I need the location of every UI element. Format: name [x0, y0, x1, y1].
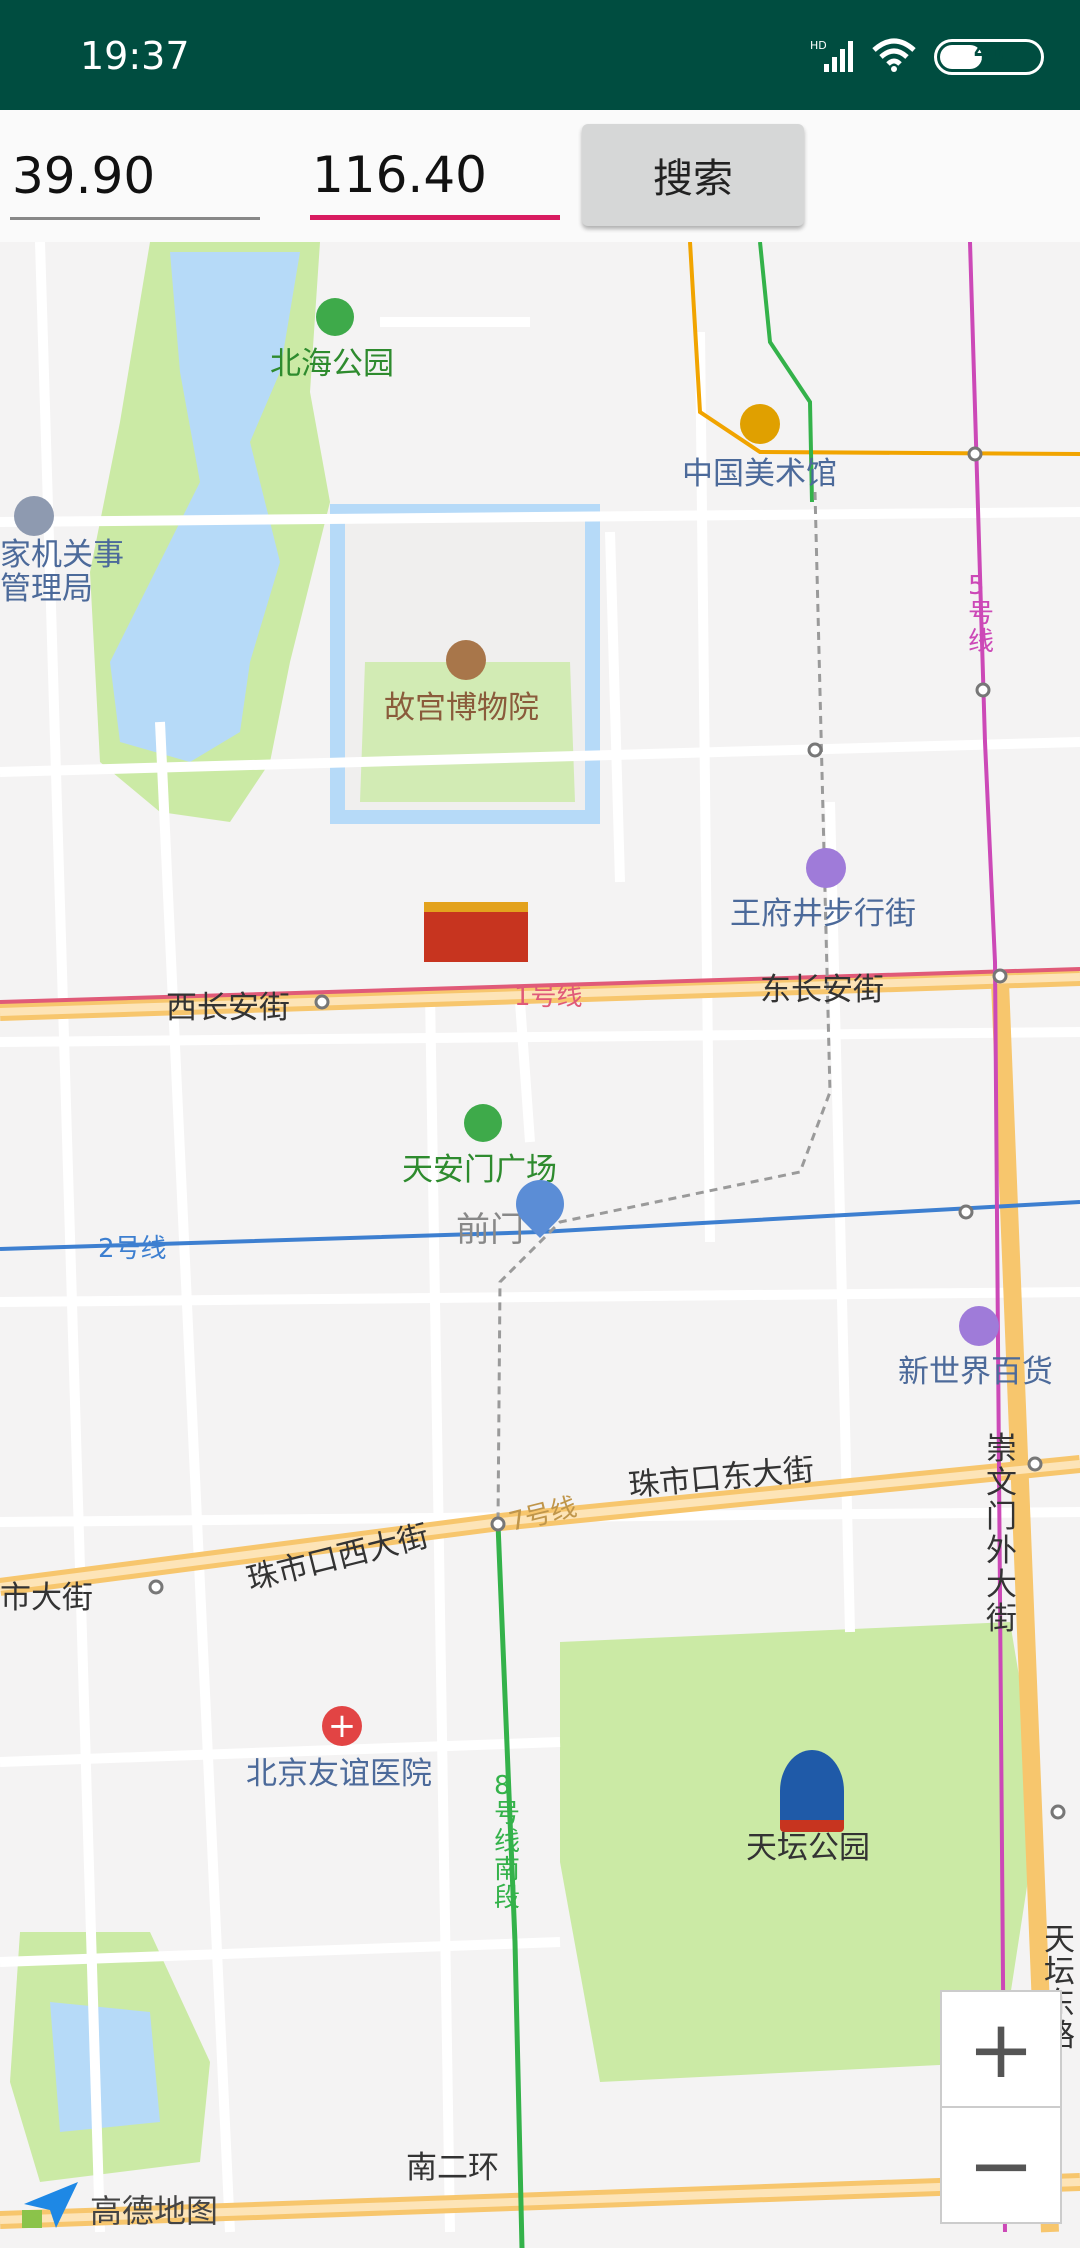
poi-label-palace[interactable]: 故宫博物院	[384, 682, 539, 727]
zoom-in-button[interactable]: +	[942, 1992, 1060, 2106]
poi-label-hospital[interactable]: 北京友谊医院	[246, 1748, 432, 1793]
park-icon	[464, 1104, 502, 1142]
battery-level: 41	[973, 40, 1005, 65]
metro-line-label: 8号线南段	[494, 1771, 521, 1913]
road-label: 西长安街	[166, 990, 290, 1026]
zoom-controls: + −	[940, 1990, 1062, 2224]
map-logo: 高德地图	[22, 2180, 218, 2238]
network-type: HD	[810, 39, 827, 52]
search-button[interactable]: 搜索	[582, 124, 804, 226]
park-icon	[316, 298, 354, 336]
temple-of-heaven-icon	[780, 1750, 844, 1832]
poi-label-wangfujing[interactable]: 王府井步行街	[730, 888, 916, 933]
logo-icon	[22, 2180, 80, 2238]
zoom-out-button[interactable]: −	[942, 2108, 1060, 2222]
battery-icon: 41	[934, 39, 1044, 75]
latitude-input[interactable]	[10, 134, 260, 220]
status-time: 19:37	[80, 34, 190, 78]
longitude-input[interactable]	[310, 134, 560, 220]
marker-label: 前门	[456, 1210, 524, 1250]
shopping-icon	[806, 848, 846, 888]
museum-icon	[740, 404, 780, 444]
coordinate-search-bar: 搜索	[0, 110, 1080, 242]
poi-label-temple[interactable]: 天坛公园	[746, 1822, 870, 1867]
road-label: 崇文门外大街	[986, 1431, 1017, 1637]
signal-icon: HD	[810, 38, 854, 76]
museum-icon	[446, 640, 486, 680]
poi-label-artmuseum[interactable]: 中国美术馆	[682, 448, 837, 493]
poi-label-newworld[interactable]: 新世界百货	[898, 1346, 1053, 1391]
road-label: 市大街	[0, 1580, 93, 1616]
star-icon	[14, 496, 54, 536]
wifi-icon	[872, 38, 916, 76]
tiananmen-icon	[424, 902, 528, 962]
logo-text: 高德地图	[90, 2192, 219, 2230]
hospital-icon: +	[322, 1706, 362, 1746]
status-bar: 19:37 HD 41	[0, 0, 1080, 110]
shopping-icon	[959, 1306, 999, 1346]
poi-label-beihai[interactable]: 北海公园	[270, 338, 394, 383]
metro-line-label: 2号线	[98, 1234, 167, 1264]
road-label: 东长安街	[760, 972, 884, 1008]
map-view[interactable]: + 北海公园 中国美术馆 故宫博物院 王府井步行街 天安门广场 新世界百货 北京…	[0, 242, 1080, 2248]
metro-line-label: 5号线	[968, 571, 995, 657]
poi-label-agency[interactable]: 家机关事 管理局	[0, 538, 124, 606]
metro-line-label: 1号线	[514, 982, 583, 1012]
road-label: 南二环	[406, 2150, 499, 2186]
